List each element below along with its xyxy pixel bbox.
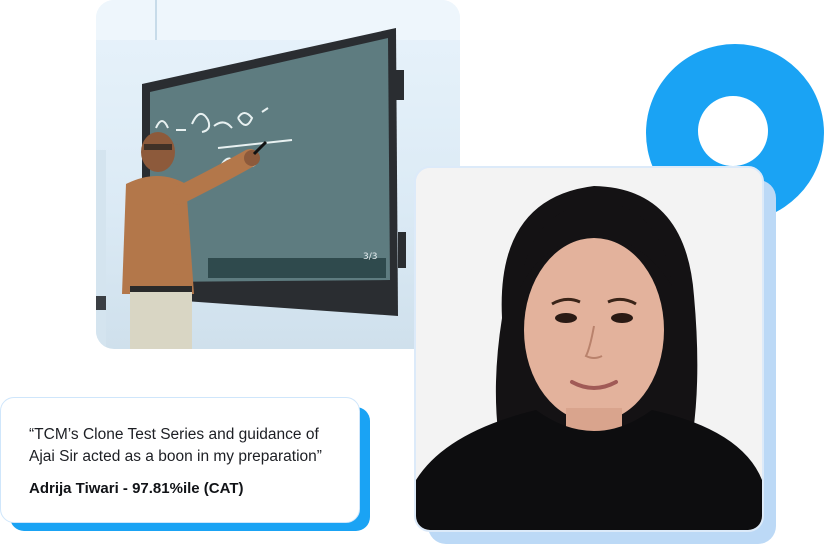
board-page-indicator: 3/3 (363, 252, 378, 262)
classroom-illustration (96, 0, 460, 349)
decorative-ring-hole (698, 96, 768, 166)
testimonial-card: “TCM’s Clone Test Series and guidance of… (0, 397, 360, 523)
testimonial-quote: “TCM’s Clone Test Series and guidance of… (29, 426, 322, 465)
student-portrait (416, 168, 762, 530)
testimonial-author: Adrija Tiwari - 97.81%ile (CAT) (29, 480, 244, 497)
classroom-photo: 3/3 (96, 0, 460, 349)
student-photo (414, 166, 764, 532)
